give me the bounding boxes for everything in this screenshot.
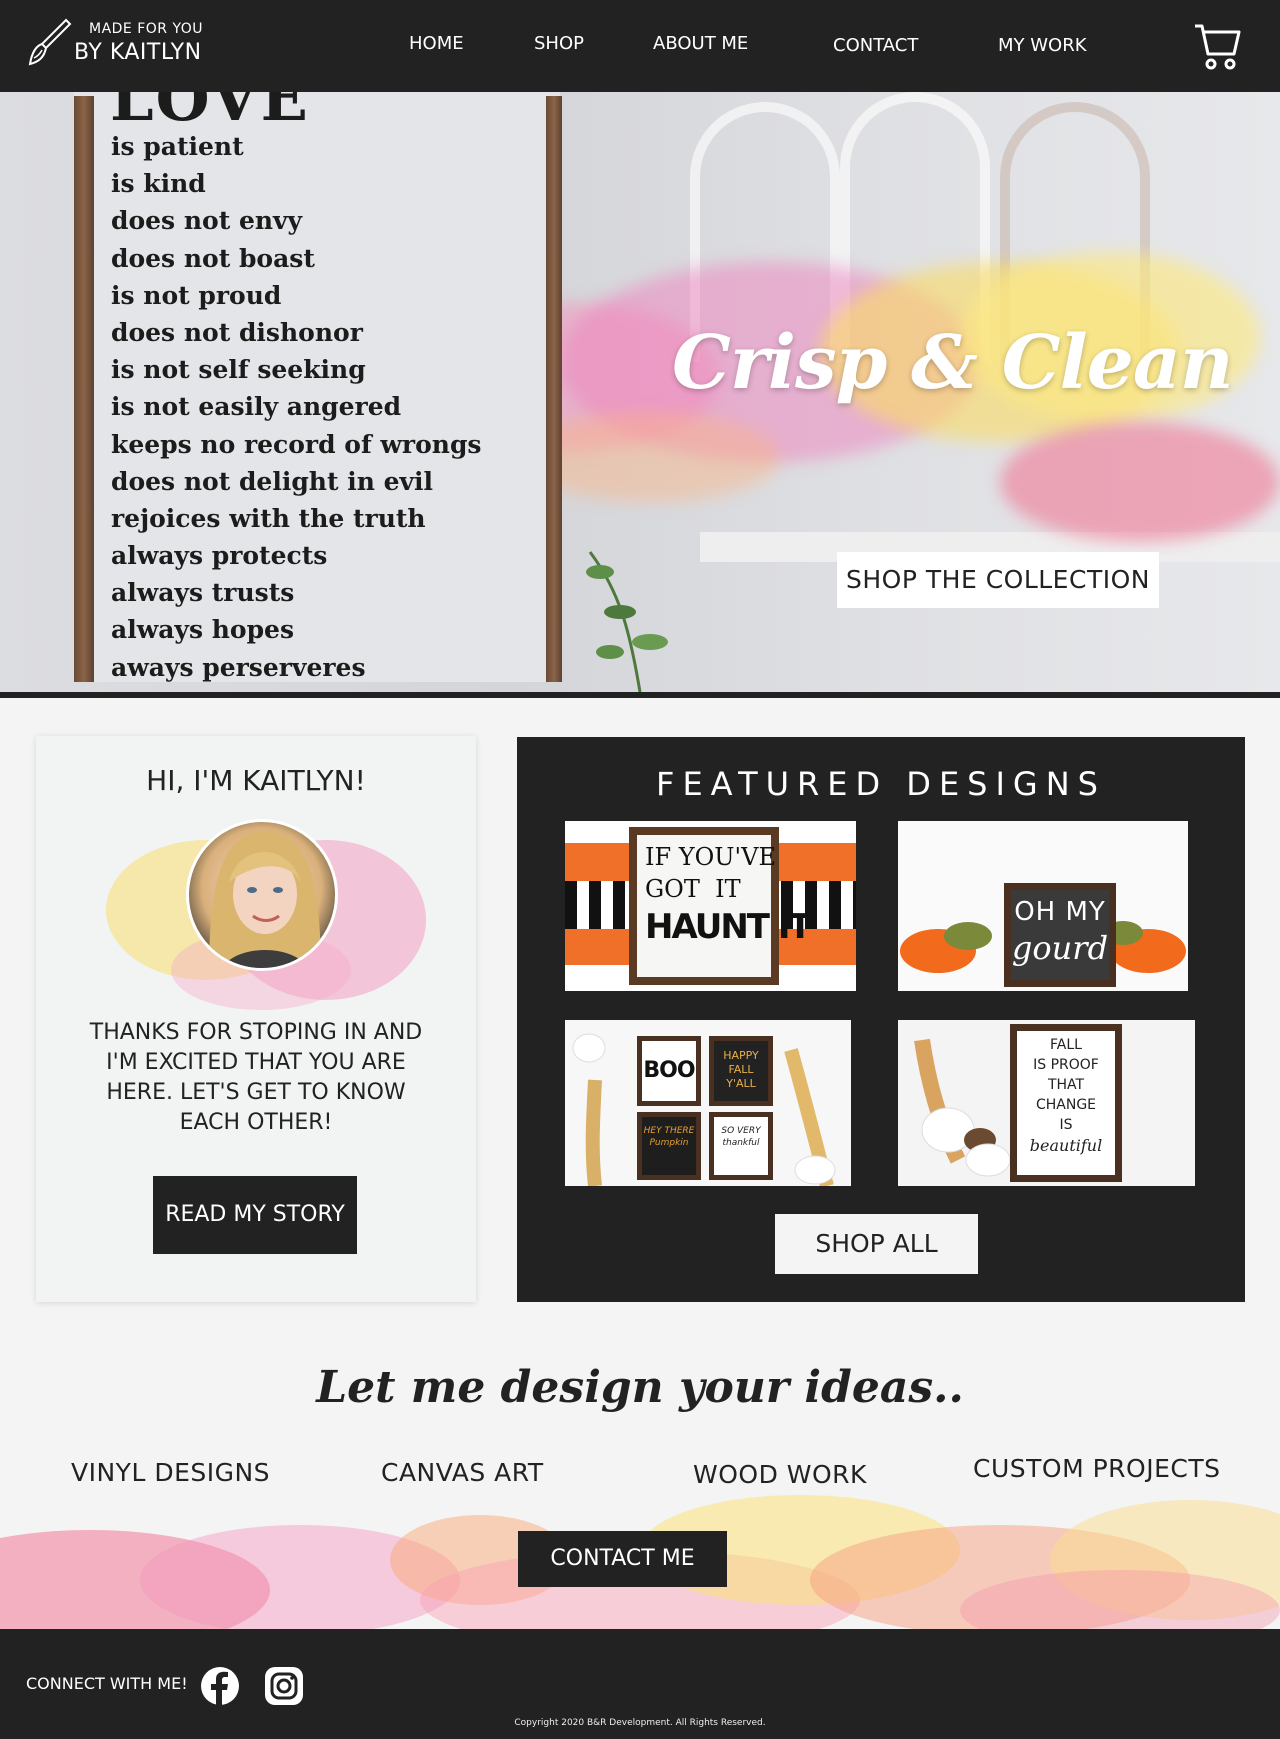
- sign-frame: [74, 96, 94, 682]
- facebook-icon[interactable]: [200, 1666, 240, 1706]
- sign-frame: IF YOU'VE GOT IT HAUNT IT: [629, 827, 812, 985]
- read-my-story-button[interactable]: READ MY STORY: [153, 1176, 357, 1254]
- sign-line: is kind: [111, 169, 206, 199]
- shop-all-button[interactable]: SHOP ALL: [775, 1214, 978, 1274]
- sign-line: does not envy: [111, 206, 303, 236]
- service-custom-projects[interactable]: CUSTOM PROJECTS: [973, 1454, 1220, 1483]
- logo[interactable]: MADE FOR YOU BY KAITLYN: [26, 18, 226, 70]
- sign-line: HAUNT IT: [645, 907, 812, 947]
- sign-line: OH MY: [1014, 897, 1106, 927]
- sign-line: keeps no record of wrongs: [111, 429, 482, 459]
- portrait-image: [209, 832, 321, 968]
- about-title: HI, I'M KAITLYN!: [146, 764, 366, 797]
- copyright: Copyright 2020 B&R Development. All Righ…: [514, 1718, 766, 1728]
- sign-line: is not self seeking: [111, 355, 366, 385]
- sign-face: FALL IS PROOF THAT CHANGE IS beautiful: [1017, 1031, 1115, 1175]
- featured-item[interactable]: IF YOU'VE GOT IT HAUNT IT: [565, 821, 856, 991]
- sign-line: does not dishonor: [111, 317, 363, 347]
- instagram-icon[interactable]: [264, 1666, 304, 1706]
- sign-line: IS PROOF: [1033, 1057, 1099, 1073]
- sign-line: always protects: [111, 541, 328, 571]
- plant-decor: [586, 551, 668, 692]
- shop-collection-button[interactable]: SHOP THE COLLECTION: [837, 552, 1159, 608]
- about-text: THANKS FOR STOPING IN AND I'M EXCITED TH…: [89, 1020, 423, 1135]
- sign-line: FALL: [1050, 1037, 1082, 1053]
- sign-line: aways perserveres: [111, 652, 366, 682]
- nav-contact[interactable]: CONTACT: [833, 35, 918, 56]
- logo-name: BY KAITLYN: [74, 40, 202, 65]
- hero-divider: [0, 692, 1280, 698]
- featured-item[interactable]: OH MY gourd: [898, 821, 1188, 991]
- sign-line: HEY THERE Pumpkin: [642, 1117, 696, 1175]
- service-canvas-art[interactable]: CANVAS ART: [381, 1458, 544, 1487]
- footer: CONNECT WITH ME! Copyright 2020 B&R Deve…: [0, 1629, 1280, 1739]
- nav-shop[interactable]: SHOP: [534, 33, 584, 54]
- sign-line: does not boast: [111, 243, 315, 273]
- sign-line: rejoices with the truth: [111, 503, 426, 533]
- sign-line: always trusts: [111, 578, 295, 608]
- featured-item[interactable]: FALL IS PROOF THAT CHANGE IS beautiful: [898, 1020, 1195, 1186]
- logo-tagline: MADE FOR YOU: [89, 21, 204, 37]
- sign-line: is not proud: [111, 280, 282, 310]
- sign-line: THAT: [1047, 1077, 1085, 1093]
- sign-line: GOT IT: [645, 875, 741, 903]
- sign-face: IF YOU'VE GOT IT HAUNT IT: [637, 835, 812, 977]
- shopping-cart-icon[interactable]: [1192, 20, 1242, 72]
- paintbrush-icon: [28, 18, 72, 66]
- hero-banner: LOVE is patient is kind does not envy do…: [0, 92, 1280, 692]
- sign-line: IS: [1059, 1117, 1073, 1133]
- sign-line: IF YOU'VE: [645, 843, 776, 871]
- sign-face: OH MY gourd: [1011, 890, 1109, 980]
- sign-line: does not delight in evil: [111, 466, 434, 496]
- fall-decor: [572, 1033, 836, 1186]
- design-heading: Let me design your ideas..: [316, 1362, 964, 1413]
- paint-splash: [1000, 422, 1280, 542]
- nav-home[interactable]: HOME: [409, 33, 464, 54]
- contact-me-button[interactable]: CONTACT ME: [518, 1531, 727, 1587]
- sign-frame: HAPPY FALL Y'ALL: [709, 1036, 773, 1106]
- sign-frame: HEY THERE Pumpkin: [637, 1112, 701, 1180]
- avatar: [186, 819, 338, 971]
- hero-title: Crisp & Clean: [672, 320, 1234, 406]
- sign-line: CHANGE: [1035, 1097, 1097, 1113]
- sign-frame: SO VERY thankful: [709, 1112, 773, 1180]
- sign-frame: OH MY gourd: [1004, 883, 1116, 987]
- sign-frame: FALL IS PROOF THAT CHANGE IS beautiful: [1010, 1024, 1122, 1182]
- top-nav: MADE FOR YOU BY KAITLYN HOME SHOP ABOUT …: [0, 0, 1280, 92]
- sign-line: beautiful: [1029, 1136, 1103, 1155]
- service-vinyl-designs[interactable]: VINYL DESIGNS: [71, 1458, 270, 1487]
- connect-label: CONNECT WITH ME!: [26, 1674, 188, 1693]
- sign-line: is not easily angered: [111, 392, 402, 422]
- sign-line: is patient: [111, 132, 244, 161]
- sign-frame: BOO: [637, 1036, 701, 1106]
- sign-line: always hopes: [111, 615, 295, 645]
- sign-line: BOO: [642, 1041, 696, 1101]
- featured-designs: FEATURED DESIGNS IF YOU'VE GOT IT HAUNT …: [517, 737, 1245, 1302]
- sign-line: SO VERY thankful: [714, 1117, 768, 1175]
- sign-line: gourd: [1011, 929, 1109, 967]
- sign-line: HAPPY FALL Y'ALL: [714, 1041, 768, 1101]
- service-wood-work[interactable]: WOOD WORK: [693, 1460, 867, 1489]
- nav-about-me[interactable]: ABOUT ME: [653, 33, 748, 54]
- about-card: HI, I'M KAITLYN! THANKS FOR STOPING IN A…: [36, 736, 476, 1302]
- featured-title: FEATURED DESIGNS: [656, 765, 1106, 803]
- sign-text: is patient is kind does not envy does no…: [111, 128, 482, 686]
- featured-item[interactable]: BOO HAPPY FALL Y'ALL HEY THERE Pumpkin S…: [565, 1020, 851, 1186]
- nav-my-work[interactable]: MY WORK: [998, 35, 1087, 56]
